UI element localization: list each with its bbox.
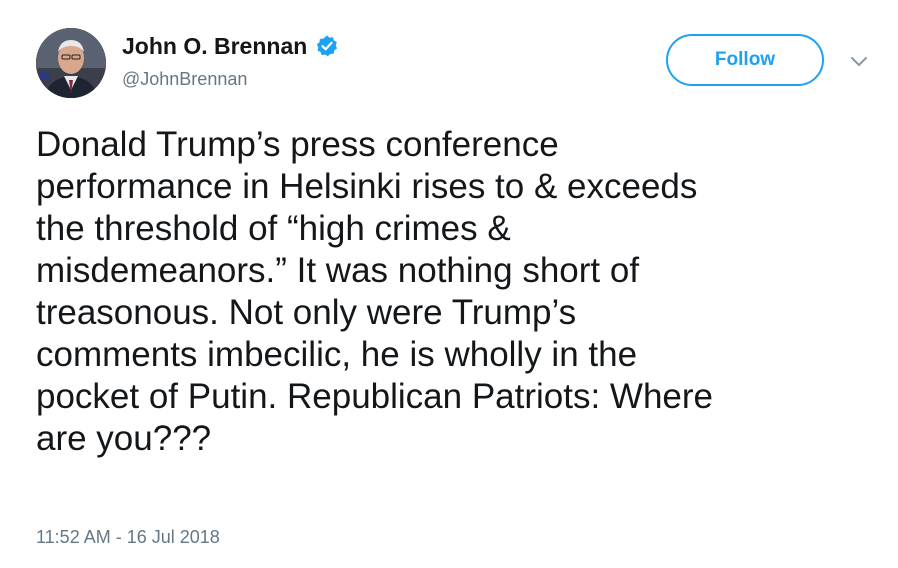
follow-button[interactable]: Follow: [666, 34, 824, 86]
tweet-text-line: comments imbecilic, he is wholly in the: [36, 335, 638, 374]
tweet-text-line: Donald Trump’s press conference: [36, 125, 559, 164]
tweet-text-line: performance in Helsinki rises to & excee…: [36, 167, 698, 206]
tweet-text-line: misdemeanors.” It was nothing short of: [36, 251, 640, 290]
tweet-text: Donald Trump’s press conference performa…: [36, 124, 866, 460]
tweet-text-line: treasonous. Not only were Trump’s: [36, 293, 577, 332]
verified-badge-icon: [315, 34, 339, 58]
tweet-timestamp[interactable]: 11:52 AM - 16 Jul 2018: [36, 526, 220, 548]
user-handle[interactable]: @JohnBrennan: [122, 68, 247, 90]
tweet-text-line: the threshold of “high crimes &: [36, 209, 511, 248]
chevron-down-icon[interactable]: [848, 50, 870, 72]
avatar[interactable]: [36, 28, 106, 98]
author-name-row: John O. Brennan: [122, 32, 339, 60]
tweet-text-line: pocket of Putin. Republican Patriots: Wh…: [36, 377, 714, 416]
display-name[interactable]: John O. Brennan: [122, 32, 307, 60]
tweet-text-line: are you???: [36, 419, 212, 458]
avatar-image: [36, 28, 106, 98]
tweet-card: John O. Brennan @JohnBrennan Follow Dona…: [0, 0, 898, 568]
